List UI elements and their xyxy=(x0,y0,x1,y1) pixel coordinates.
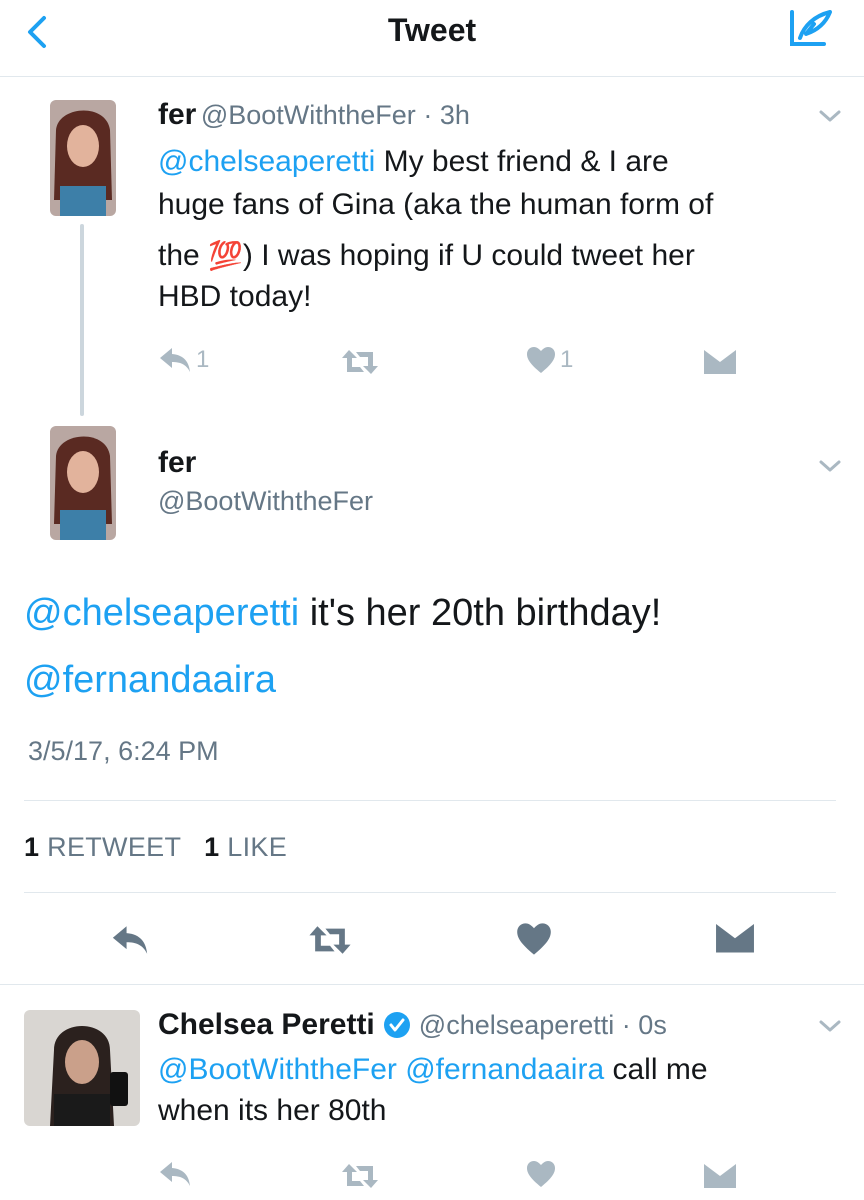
reply-header: Chelsea Peretti @chelseaperetti · 0s xyxy=(158,1008,667,1042)
direct-message-icon xyxy=(704,1164,736,1188)
reply-button[interactable] xyxy=(158,1160,192,1188)
compose-icon xyxy=(790,10,832,46)
page-title: Tweet xyxy=(387,12,477,48)
reply-count: 1 xyxy=(196,346,210,373)
header-divider xyxy=(0,76,864,77)
author-handle[interactable]: @BootWiththeFer xyxy=(158,486,373,517)
tweet-text: @chelseaperetti My best friend & I are h… xyxy=(158,145,714,313)
direct-message-icon xyxy=(716,924,754,953)
verified-badge-icon xyxy=(383,1012,410,1038)
heart-icon xyxy=(527,347,555,373)
retweets-stat[interactable]: 1 RETWEET xyxy=(24,832,181,862)
mention-link[interactable]: @fernandaaira xyxy=(24,659,276,701)
heart-icon xyxy=(517,923,551,955)
author-name[interactable]: fer xyxy=(158,98,196,131)
tweet-menu-button[interactable] xyxy=(818,108,842,129)
reply-icon xyxy=(160,1162,190,1186)
retweet-button[interactable] xyxy=(340,348,380,376)
avatar[interactable] xyxy=(24,1010,140,1126)
tweet-menu-button[interactable] xyxy=(818,458,842,479)
like-button[interactable]: 1 xyxy=(526,346,573,374)
mention-link[interactable]: @chelseaperetti xyxy=(24,592,299,634)
like-button[interactable] xyxy=(526,1160,556,1188)
hundred-emoji: 💯 xyxy=(208,240,243,271)
direct-message-button[interactable] xyxy=(716,924,754,956)
chevron-down-icon xyxy=(819,110,841,122)
divider xyxy=(0,984,864,985)
author-name[interactable]: Chelsea Peretti xyxy=(158,1008,375,1042)
reply-icon xyxy=(112,926,148,954)
direct-message-button[interactable] xyxy=(704,1164,736,1188)
like-count: 1 xyxy=(560,346,574,373)
reply-button[interactable] xyxy=(110,924,150,956)
tweet-timestamp: 3/5/17, 6:24 PM xyxy=(28,736,219,766)
tweet-time: 3h xyxy=(439,100,470,130)
compose-button[interactable] xyxy=(786,8,836,52)
tweet-text: @BootWiththeFer @fernandaaira call me wh… xyxy=(158,1053,708,1127)
divider xyxy=(24,800,836,801)
reply-button[interactable]: 1 xyxy=(158,346,209,374)
focused-tweet-text: @chelseaperetti it's her 20th birthday! … xyxy=(24,592,662,701)
author-handle[interactable]: @BootWiththeFer xyxy=(201,100,416,130)
retweet-button[interactable] xyxy=(340,1162,380,1190)
mention-link[interactable]: @fernandaaira xyxy=(405,1053,604,1086)
tweet-menu-button[interactable] xyxy=(818,1018,842,1039)
divider xyxy=(24,892,836,893)
author-handle[interactable]: @chelseaperetti xyxy=(419,1010,615,1041)
mention-link[interactable]: @BootWiththeFer xyxy=(158,1053,397,1086)
avatar[interactable] xyxy=(50,426,116,540)
chevron-down-icon xyxy=(819,1020,841,1032)
avatar[interactable] xyxy=(50,100,116,216)
tweet-header: fer @BootWiththeFer · 3h xyxy=(158,98,470,131)
like-button[interactable] xyxy=(516,922,552,956)
reply-icon xyxy=(160,348,190,372)
direct-message-button[interactable] xyxy=(704,350,736,374)
direct-message-icon xyxy=(704,350,736,374)
retweet-button[interactable] xyxy=(306,924,354,956)
tweet-time: 0s xyxy=(638,1009,667,1040)
retweet-icon xyxy=(342,1164,378,1188)
retweet-icon xyxy=(309,926,351,954)
likes-stat[interactable]: 1 LIKE xyxy=(204,832,287,862)
tweet-stats: 1 RETWEET 1 LIKE xyxy=(24,832,287,863)
retweet-icon xyxy=(342,350,378,374)
chevron-down-icon xyxy=(819,460,841,472)
author-name[interactable]: fer xyxy=(158,446,196,480)
mention-link[interactable]: @chelseaperetti xyxy=(158,145,375,178)
heart-icon xyxy=(527,1161,555,1187)
thread-line xyxy=(80,224,84,416)
